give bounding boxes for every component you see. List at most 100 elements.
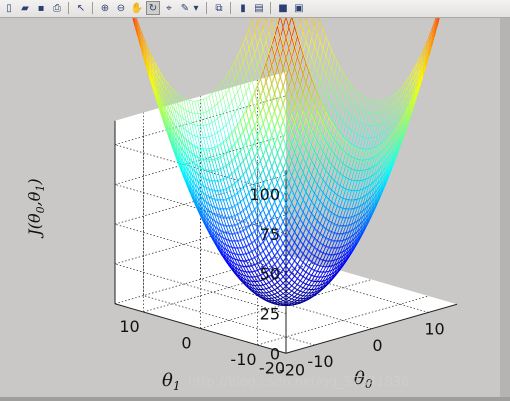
mesh-segment (285, 162, 290, 171)
legend-icon[interactable]: ▤ (252, 1, 266, 15)
mesh-segment (334, 79, 338, 93)
mesh-segment (319, 86, 324, 98)
brush-icon[interactable]: ✎ (178, 1, 192, 15)
mesh-segment (294, 18, 297, 25)
mesh-segment (374, 101, 378, 114)
save-icon[interactable]: ▪ (34, 1, 48, 15)
mesh-segment (245, 67, 250, 75)
mesh-segment (157, 81, 161, 94)
open-file-icon[interactable]: ▰ (18, 1, 32, 15)
mesh-segment (334, 155, 338, 160)
mesh-segment (351, 103, 355, 117)
mesh-segment (339, 134, 344, 139)
mesh-segment (234, 74, 238, 80)
mesh-segment (308, 57, 312, 70)
mesh-segment (357, 93, 361, 107)
mesh-segment (342, 93, 347, 106)
mesh-segment (311, 65, 315, 77)
mesh-segment (260, 29, 264, 38)
mesh-segment (154, 62, 159, 75)
mesh-segment (228, 67, 233, 73)
mesh-segment (157, 74, 161, 88)
mesh-segment (305, 49, 310, 61)
mesh-segment (374, 125, 378, 138)
show-plot-tools-icon[interactable]: ▣ (292, 1, 306, 15)
mesh-segment (160, 87, 164, 99)
select-arrow-icon[interactable]: ↖ (74, 1, 88, 15)
mesh-segment (331, 152, 335, 157)
mesh-segment (374, 136, 378, 148)
mesh-segment (365, 125, 369, 138)
mesh-segment (328, 49, 332, 63)
mesh-segment (334, 169, 338, 173)
mesh-segment (214, 88, 218, 92)
zoom-in-icon[interactable]: ⊕ (98, 1, 112, 15)
mesh-segment (317, 116, 321, 128)
brush-dropdown-icon[interactable]: ▾ (192, 1, 200, 15)
mesh-segment (325, 208, 329, 212)
mesh-segment (248, 60, 253, 69)
mesh-segment (302, 20, 307, 32)
mesh-segment (357, 135, 361, 148)
mesh-segment (337, 216, 341, 225)
mesh-segment (328, 188, 332, 192)
mesh-segment (402, 97, 406, 110)
mesh-segment (348, 156, 352, 159)
mesh-segment (325, 98, 330, 110)
colorbar-icon[interactable]: ▮ (236, 1, 250, 15)
mesh-segment (339, 148, 344, 153)
mesh-segment (359, 96, 364, 109)
mesh-segment (300, 31, 304, 44)
mesh-segment (376, 124, 381, 137)
mesh-segment (248, 21, 253, 29)
mesh-segment (308, 37, 312, 50)
mesh-segment (265, 31, 270, 41)
zoom-out-icon[interactable]: ⊖ (114, 1, 128, 15)
mesh-segment (368, 113, 372, 126)
mesh-segment (291, 57, 295, 68)
mesh-segment (337, 101, 341, 114)
mesh-segment (319, 68, 324, 80)
mesh-segment (385, 98, 389, 111)
print-icon[interactable]: ⎙ (50, 1, 64, 15)
mesh-segment (354, 106, 358, 119)
mesh-segment (334, 113, 338, 125)
mesh-segment (339, 72, 344, 85)
figure-toolbar: ▯ ▰ ▪ ⎙ ↖ ⊕ ⊖ ✋ ↻ ⌖ ✎ ▾ ⧉ ▮ ▤ ■ ▣ (0, 0, 510, 18)
new-file-icon[interactable]: ▯ (2, 1, 16, 15)
mesh-segment (328, 68, 332, 81)
mesh-segment (331, 74, 335, 87)
rotate-3d-icon[interactable]: ↻ (146, 1, 160, 15)
mesh-segment (260, 49, 264, 58)
mesh-segment (371, 125, 375, 138)
mesh-segment (345, 127, 349, 140)
mesh-segment (348, 130, 352, 142)
mesh-segment (328, 86, 332, 99)
hide-plot-tools-icon[interactable]: ■ (276, 1, 290, 15)
mesh-segment (362, 137, 367, 149)
mesh-segment (257, 37, 261, 46)
mesh-segment (345, 113, 349, 125)
mesh-segment (314, 18, 317, 26)
mesh-segment (271, 18, 274, 23)
mesh-segment (337, 225, 341, 227)
mesh-segment (331, 180, 335, 191)
mesh-segment (354, 91, 358, 104)
mesh-segment (245, 48, 250, 56)
pan-hand-icon[interactable]: ✋ (130, 1, 144, 15)
mesh-segment (223, 76, 227, 82)
data-cursor-icon[interactable]: ⌖ (162, 1, 176, 15)
mesh-segment (148, 50, 153, 64)
mesh-segment (371, 101, 375, 114)
surface-plot[interactable]: 0255075100-20 -10010-20-10010 J(θ0,θ1) θ1… (0, 18, 500, 401)
mesh-segment (419, 50, 424, 64)
mesh-segment (325, 62, 330, 75)
mesh-segment (365, 99, 369, 113)
mesh-segment (362, 125, 367, 137)
mesh-segment (319, 48, 324, 62)
mesh-segment (268, 54, 273, 66)
mesh-segment (254, 25, 258, 34)
link-icon[interactable]: ⧉ (212, 1, 226, 15)
mesh-segment (271, 45, 275, 57)
mesh-segment (231, 79, 235, 85)
